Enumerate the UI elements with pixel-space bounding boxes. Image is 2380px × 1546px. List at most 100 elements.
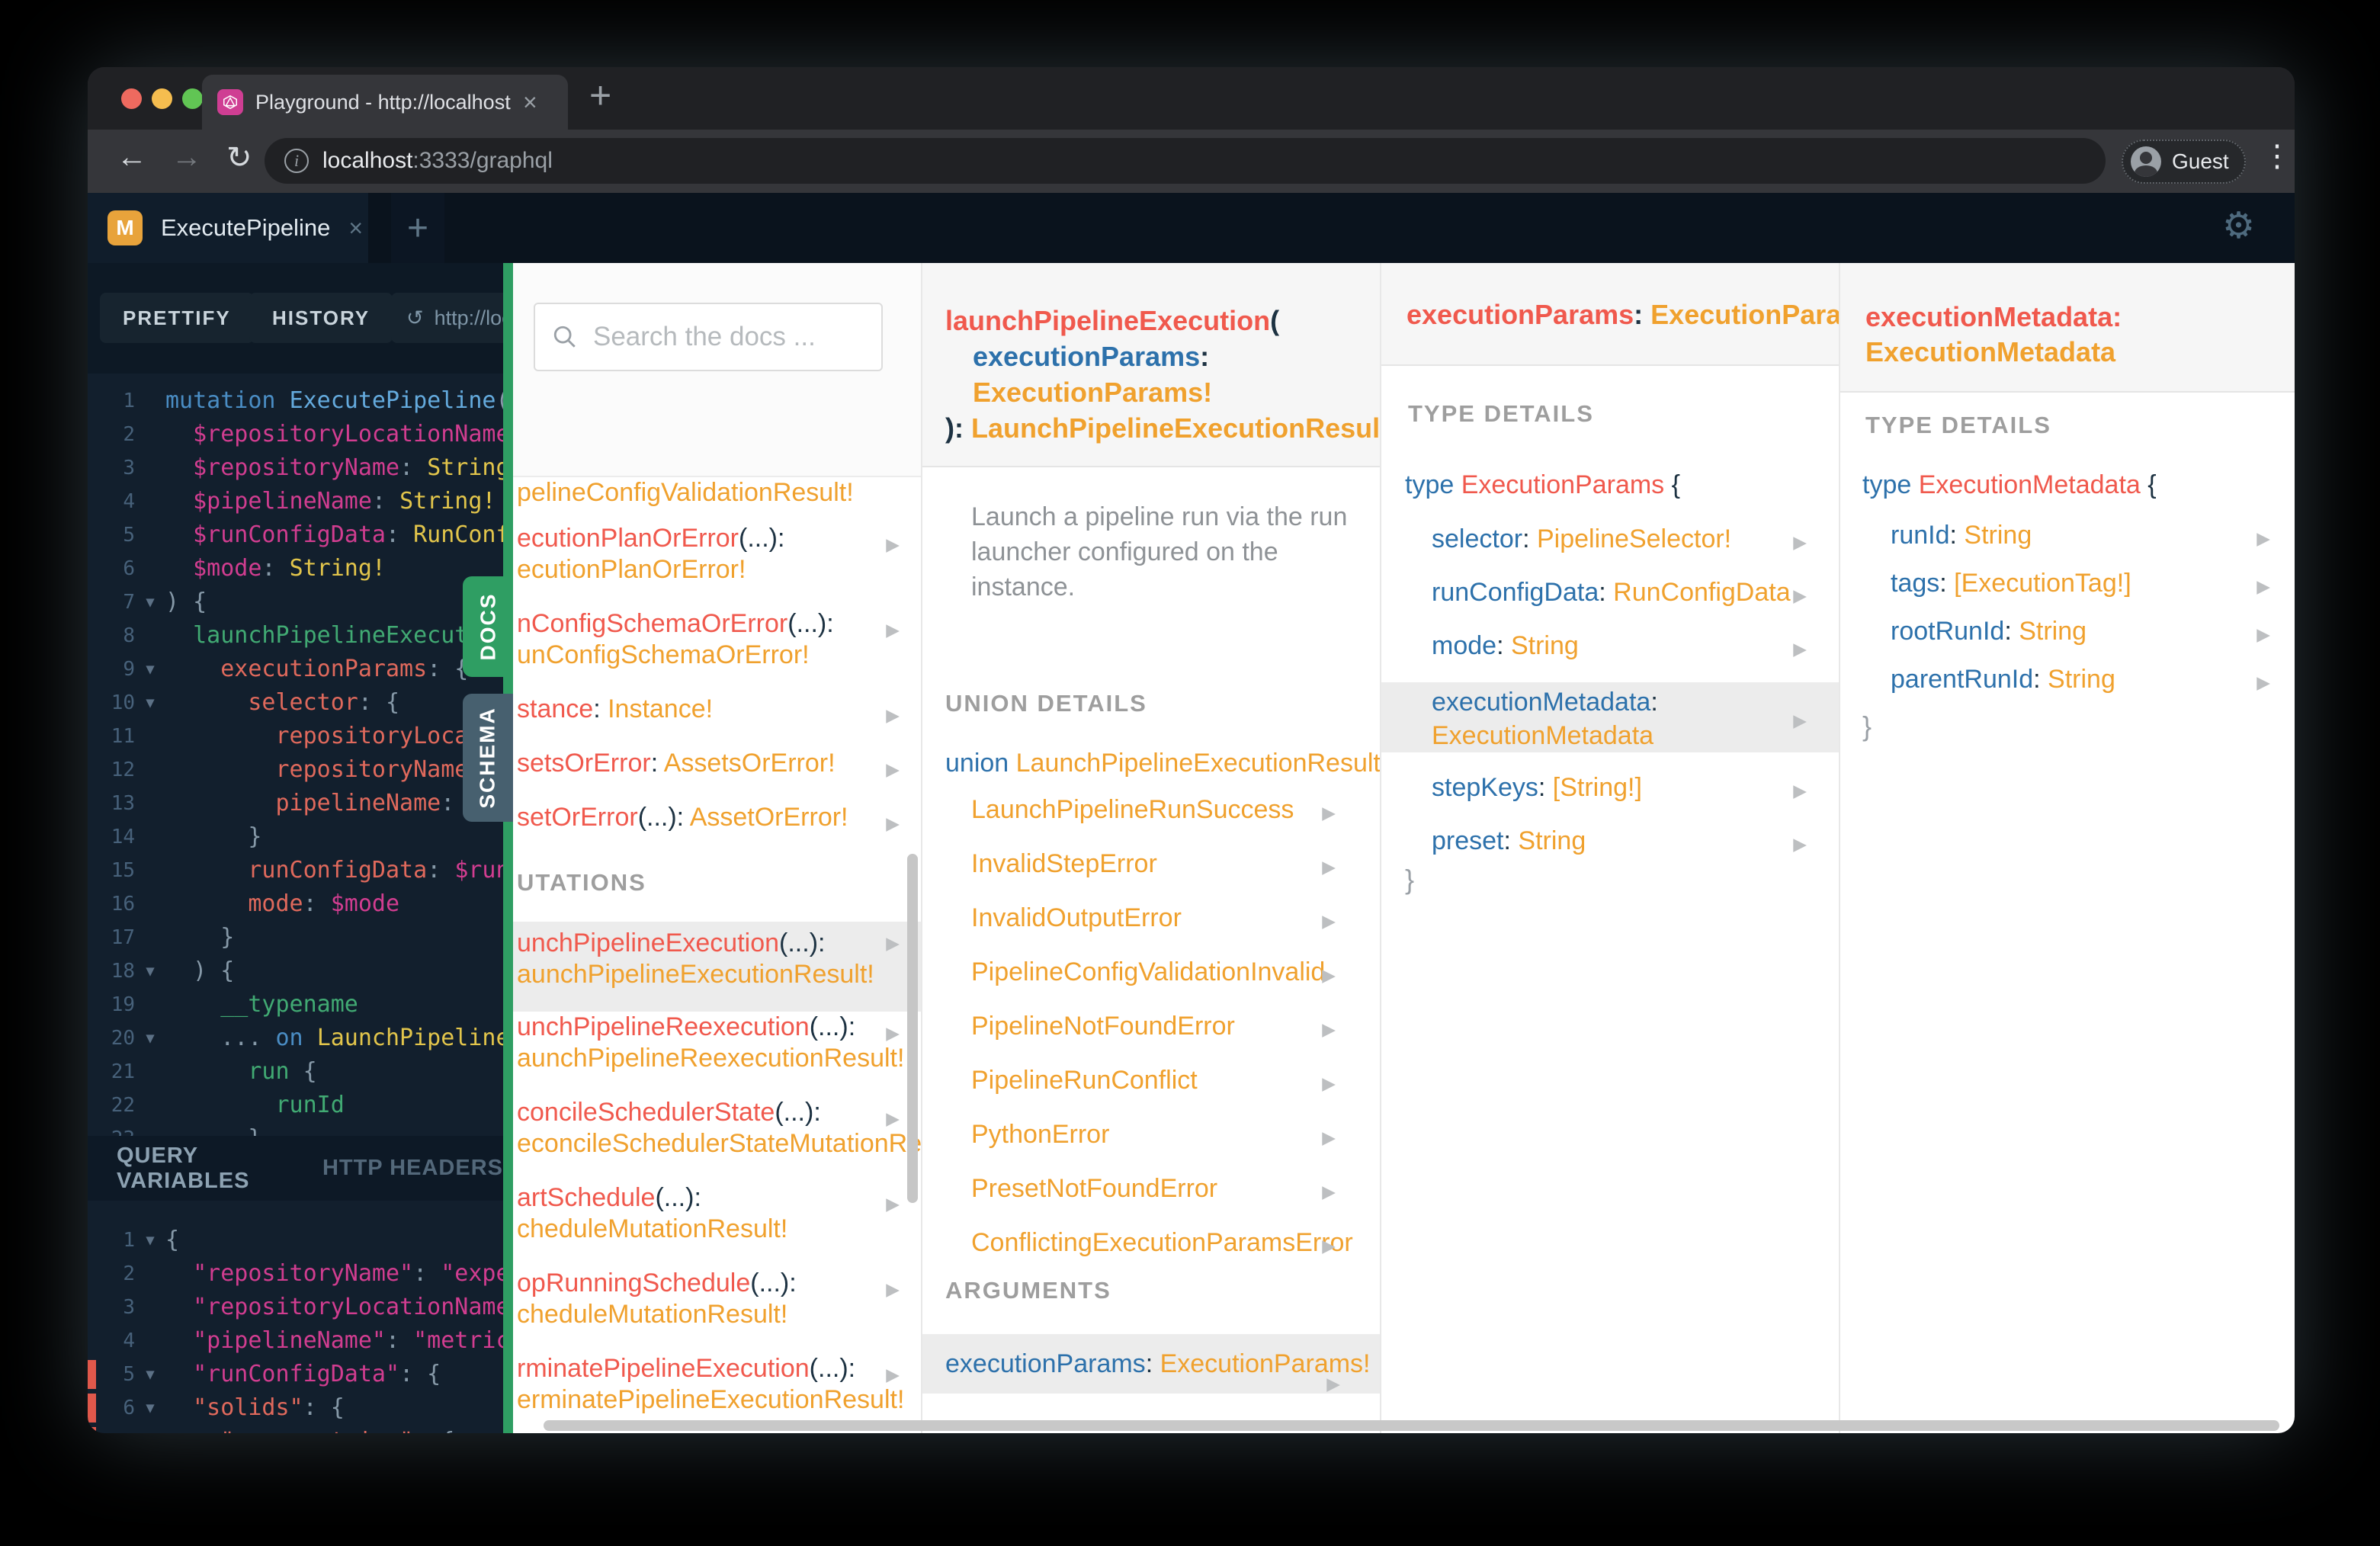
fold-arrow-icon[interactable]: ▼	[135, 585, 165, 619]
union-member-row[interactable]: PresetNotFoundError ▶	[922, 1172, 1380, 1226]
endpoint-url-input[interactable]: ↺ http://loc	[391, 293, 503, 343]
docs-list-item[interactable]: stance: Instance! ▶	[513, 694, 921, 748]
endpoint-reload-icon[interactable]: ↺	[406, 306, 424, 330]
browser-tab[interactable]: Playground - http://localhost:3 ×	[202, 75, 568, 130]
docs-list-item[interactable]: ecutionPlanOrError(...): ecutionPlanOrErr…	[513, 523, 921, 608]
docs-list-vertical-scrollbar[interactable]	[907, 854, 918, 1203]
code-line[interactable]: 11 repositoryLocationName: $repositoryLo…	[88, 720, 503, 753]
new-tab-button[interactable]: +	[589, 73, 611, 117]
union-member-row[interactable]: InvalidStepError ▶	[922, 847, 1380, 901]
tab-close-icon[interactable]: ×	[523, 90, 537, 114]
code-line[interactable]: 3 "repositoryLocationName": "local",	[88, 1291, 503, 1324]
schema-side-tab[interactable]: SCHEMA	[463, 694, 513, 822]
code-line[interactable]: 20▼ ... on LaunchPipelineRunSuccess {	[88, 1022, 503, 1055]
prettify-button[interactable]: PRETTIFY	[100, 293, 254, 343]
tab-query-variables[interactable]: QUERY VARIABLES	[117, 1143, 269, 1194]
playground-new-tab-button[interactable]: +	[391, 193, 444, 263]
code-line[interactable]: 1 ▼{	[88, 1224, 503, 1257]
fold-arrow-icon[interactable]: ▼	[135, 653, 165, 686]
union-member-row[interactable]: InvalidOutputError ▶	[922, 901, 1380, 955]
code-line[interactable]: 2 $repositoryLocationName: String!	[88, 418, 503, 451]
docs-list-item[interactable]: setOrError(...): AssetOrError! ▶	[513, 802, 921, 856]
union-member-row[interactable]: PipelineNotFoundError ▶	[922, 1009, 1380, 1063]
playground-tab-close-icon[interactable]: ×	[348, 214, 363, 242]
code-line[interactable]: 14 }	[88, 820, 503, 854]
code-line[interactable]: 5 $runConfigData: RunConfigData	[88, 518, 503, 552]
code-line[interactable]: 9 ▼ executionParams: {	[88, 653, 503, 686]
docs-list-item[interactable]: nConfigSchemaOrError(...): unConfigSchema…	[513, 608, 921, 694]
query-editor-panel[interactable]: PRETTIFY HISTORY ↺ http://loc 1 mutation …	[88, 263, 503, 1433]
reload-button[interactable]: ↻	[226, 140, 252, 175]
docs-side-tab[interactable]: DOCS	[463, 576, 513, 677]
type-field-row[interactable]: executionMetadata: ExecutionMetadata ▶	[1381, 682, 1839, 752]
code-line[interactable]: 7 ▼) {	[88, 585, 503, 619]
fold-arrow-icon[interactable]: ▼	[135, 954, 165, 988]
union-member-row[interactable]: PipelineRunConflict ▶	[922, 1063, 1380, 1118]
fold-arrow-icon[interactable]: ▼	[135, 1391, 165, 1425]
address-bar[interactable]: i localhost:3333/graphql	[265, 138, 2106, 184]
fold-arrow-icon[interactable]: ▼	[135, 1358, 165, 1391]
type-field-row[interactable]: tags: [ExecutionTag!] ▶	[1840, 566, 2295, 614]
docs-list-item[interactable]: artSchedule(...): cheduleMutationResult! ▶	[513, 1182, 921, 1268]
history-button[interactable]: HISTORY	[249, 293, 393, 343]
traffic-minimize-icon[interactable]	[152, 88, 172, 109]
code-line[interactable]: 3 $repositoryName: String!	[88, 451, 503, 485]
code-line[interactable]: 10 ▼ selector: {	[88, 686, 503, 720]
back-button[interactable]: ←	[117, 140, 147, 175]
traffic-maximize-icon[interactable]	[182, 88, 203, 109]
argument-row[interactable]: executionParams: ExecutionParams! ▶	[922, 1334, 1380, 1394]
code-line[interactable]: 19 __typename	[88, 988, 503, 1022]
code-line[interactable]: 22 runId	[88, 1089, 503, 1122]
type-field-row[interactable]: runConfigData: RunConfigData ▶	[1381, 576, 1839, 629]
forward-button[interactable]: →	[172, 140, 202, 175]
code-line[interactable]: 16 mode: $mode	[88, 887, 503, 921]
type-field-row[interactable]: runId: String ▶	[1840, 518, 2295, 566]
code-line[interactable]: 13 pipelineName: $pipelineName	[88, 787, 503, 820]
union-member-row[interactable]: ConflictingExecutionParamsError ▶	[922, 1226, 1380, 1280]
type-field-row[interactable]: mode: String ▶	[1381, 629, 1839, 682]
type-field-row[interactable]: parentRunId: String ▶	[1840, 662, 2295, 710]
code-line[interactable]: 8 launchPipelineExecution(	[88, 619, 503, 653]
fold-arrow-icon[interactable]: ▼	[135, 686, 165, 720]
docs-list-item[interactable]: concileSchedulerState(...): econcileSched…	[513, 1097, 921, 1182]
docs-horizontal-scrollbar[interactable]	[544, 1420, 2279, 1431]
union-member-row[interactable]: PythonError ▶	[922, 1118, 1380, 1172]
playground-tab[interactable]: M ExecutePipeline ×	[88, 193, 368, 263]
docs-list-item[interactable]: opRunningSchedule(...): cheduleMutationRe…	[513, 1268, 921, 1353]
query-variables-editor[interactable]: 1▼{2 "repositoryName": "experiments",3 "…	[88, 1224, 503, 1433]
query-editor-code[interactable]: 1 mutation ExecutePipeline(2 $repositoryL…	[88, 384, 503, 1156]
code-line[interactable]: 6 $mode: String!	[88, 552, 503, 585]
fold-arrow-icon[interactable]: ▼	[135, 1224, 165, 1257]
code-line[interactable]: 6 ▼ "solids": {	[88, 1391, 503, 1425]
browser-menu-icon[interactable]: ⋮	[2262, 139, 2292, 174]
code-line[interactable]: 17 }	[88, 921, 503, 954]
docs-list-item[interactable]: unchPipelineReexecution(...): aunchPipeli…	[513, 1012, 921, 1097]
tab-http-headers[interactable]: HTTP HEADERS	[322, 1156, 503, 1181]
profile-button[interactable]: Guest	[2122, 140, 2246, 184]
docs-list-item[interactable]: setsOrError: AssetsOrError! ▶	[513, 748, 921, 802]
traffic-close-icon[interactable]	[121, 88, 142, 109]
code-line[interactable]: 4 "pipelineName": "metrics_pipeline",	[88, 1324, 503, 1358]
code-line[interactable]: 5 ▼ "runConfigData": {	[88, 1358, 503, 1391]
code-line[interactable]: 15 runConfigData: $runConfigData	[88, 854, 503, 887]
type-field-row[interactable]: stepKeys: [String!] ▶	[1381, 771, 1839, 824]
union-member-row[interactable]: LaunchPipelineRunSuccess ▶	[922, 793, 1380, 847]
docs-list-item[interactable]: pelineConfigValidationResult!	[513, 477, 921, 523]
union-member-row[interactable]: PipelineConfigValidationInvalid ▶	[922, 955, 1380, 1009]
fold-arrow-icon[interactable]: ▼	[135, 1022, 165, 1055]
docs-search-input[interactable]: Search the docs ...	[534, 303, 883, 371]
code-line[interactable]: 7▼ "save_metrics": {	[88, 1425, 503, 1433]
docs-list-item[interactable]: unchPipelineExecution(...): aunchPipeline…	[513, 922, 921, 1012]
fold-arrow-icon[interactable]: ▼	[135, 1425, 165, 1433]
code-line[interactable]: 4 $pipelineName: String!	[88, 485, 503, 518]
code-line[interactable]: 21 run {	[88, 1055, 503, 1089]
settings-gear-icon[interactable]: ⚙	[2222, 208, 2255, 245]
type-field-row[interactable]: preset: String ▶	[1381, 824, 1839, 877]
code-line[interactable]: 12 repositoryName: $repositoryName	[88, 753, 503, 787]
code-line[interactable]: 18 ▼ ) {	[88, 954, 503, 988]
type-field-row[interactable]: rootRunId: String ▶	[1840, 614, 2295, 662]
code-line[interactable]: 1 mutation ExecutePipeline(	[88, 384, 503, 418]
code-line[interactable]: 2 "repositoryName": "experiments",	[88, 1257, 503, 1291]
type-field-row[interactable]: selector: PipelineSelector! ▶	[1381, 522, 1839, 576]
site-info-icon[interactable]: i	[284, 149, 309, 173]
